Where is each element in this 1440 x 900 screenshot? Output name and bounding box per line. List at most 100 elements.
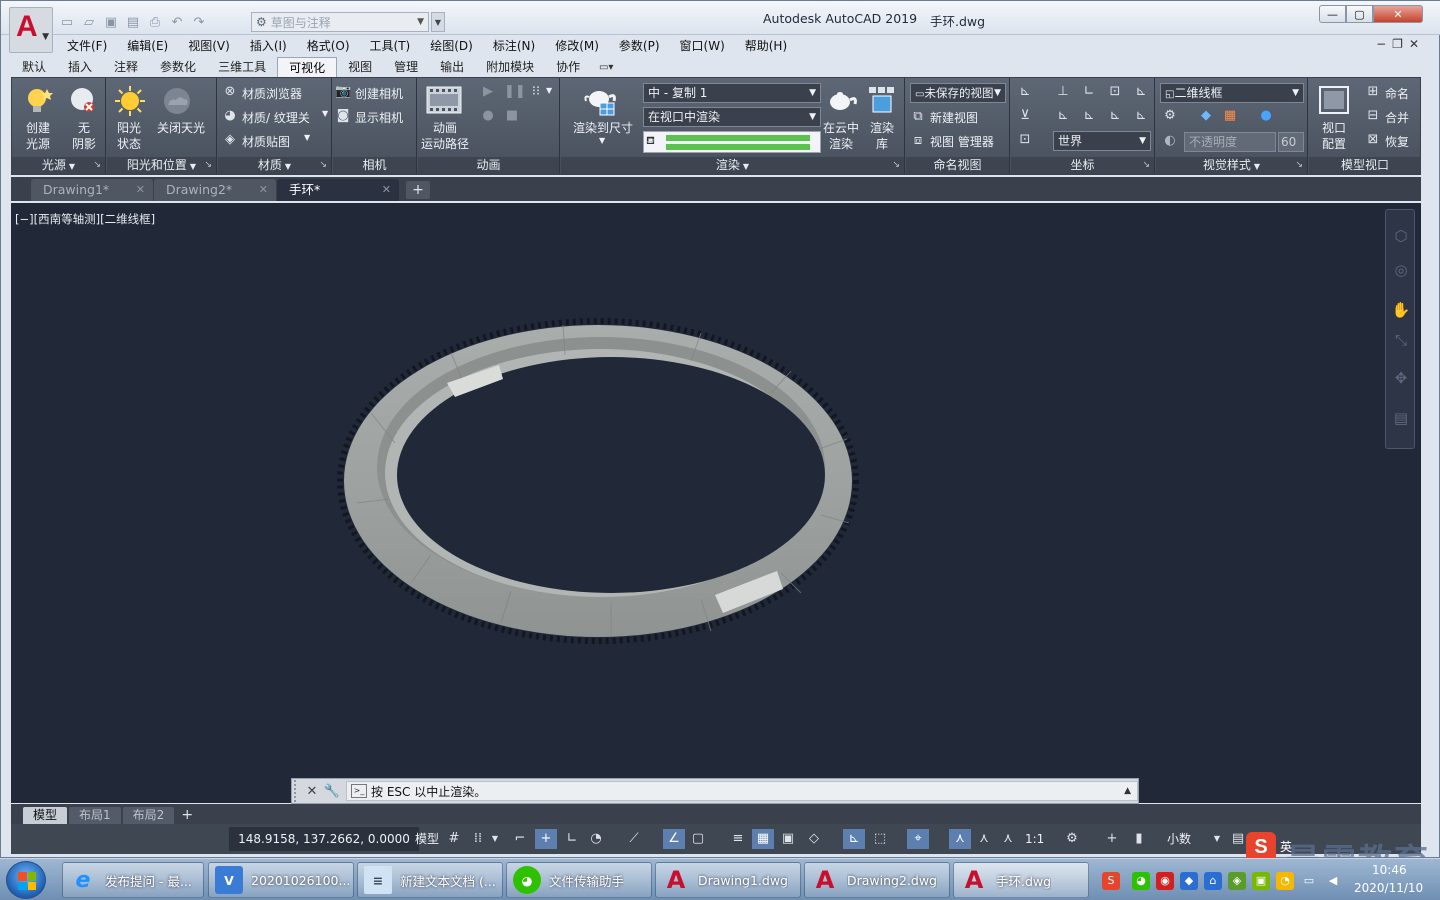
tab-visualize[interactable]: 可视化 — [277, 57, 338, 77]
panel-title-lights[interactable]: 光源 ▼ ↘ — [12, 157, 105, 174]
taskbar-item-notepad[interactable]: ≡ 新建文本文档 (... — [357, 862, 503, 898]
close-icon[interactable]: ✕ — [382, 179, 391, 201]
taskbar-item-bracelet[interactable]: A 手环.dwg — [953, 862, 1089, 898]
qat-customize-button[interactable]: ▼ — [431, 12, 445, 32]
quick-properties-icon[interactable]: ▤ — [1229, 829, 1247, 849]
pan-hand-icon[interactable]: ✋ — [1391, 300, 1411, 320]
ucs-zaxis-icon[interactable]: ⊾ — [1133, 108, 1149, 124]
auto-scale-icon[interactable]: ⋏ — [973, 829, 995, 849]
shadows-icon[interactable]: ▦ — [1222, 108, 1238, 124]
undo-icon[interactable]: ↶ — [167, 13, 187, 31]
panel-title-named-views[interactable]: 命名视图 — [906, 157, 1009, 174]
opacity-label[interactable]: 不透明度 — [1184, 132, 1276, 152]
sky-off-label[interactable]: 关闭天光 — [151, 120, 211, 136]
visual-style-select[interactable]: ◱二维线框 ▼ — [1160, 83, 1304, 103]
menu-dimension[interactable]: 标注(N) — [483, 36, 545, 56]
save-icon[interactable]: ▣ — [101, 13, 121, 31]
material-mapping-button[interactable]: 材质贴图 — [242, 133, 290, 150]
sun-icon[interactable] — [113, 84, 147, 118]
grid-icon[interactable]: # — [445, 829, 463, 849]
tab-manage[interactable]: 管理 — [383, 57, 429, 77]
ucs-icon[interactable]: ⊾ — [1017, 84, 1033, 100]
redo-icon[interactable]: ↷ — [189, 13, 209, 31]
new-file-icon[interactable]: ▭ — [57, 13, 77, 31]
taskbar-item-drawing2[interactable]: A Drawing2.dwg — [804, 862, 950, 898]
taskbar-item-ie[interactable]: e 发布提问 - 最... — [62, 862, 204, 898]
panel-title-coordinates[interactable]: 坐标 ↘ — [1011, 157, 1154, 174]
netease-tray-icon[interactable]: ◉ — [1156, 872, 1174, 890]
restore-viewport-button[interactable]: 恢复 — [1385, 133, 1409, 150]
material-browser-icon[interactable]: ⊗ — [222, 84, 238, 100]
network-share-icon[interactable]: ⌂ — [1204, 872, 1222, 890]
named-viewport-icon[interactable]: ⊞ — [1365, 84, 1381, 100]
selection-filter-icon[interactable]: ⬚ — [869, 829, 891, 849]
doc-close-icon[interactable]: ✕ — [1409, 37, 1419, 51]
tab-3d-tools[interactable]: 三维工具 — [207, 57, 277, 77]
cloud-render-label[interactable]: 在云中 渲染 — [819, 120, 863, 152]
wechat-tray-icon[interactable]: ◕ — [1132, 872, 1150, 890]
chevron-down-icon[interactable]: ▼ — [322, 109, 328, 118]
close-icon[interactable]: ✕ — [259, 179, 268, 201]
workspace-gear-icon[interactable]: ⚙ — [1061, 829, 1083, 849]
viewport-config-icon[interactable] — [1317, 84, 1351, 116]
annotation-scale-select[interactable]: 1:1 — [1025, 829, 1044, 849]
sun-status-label[interactable]: 阳光 状态 — [109, 120, 149, 152]
edge-effects-icon[interactable]: ⚙ — [1162, 108, 1178, 124]
tab-insert[interactable]: 插入 — [57, 57, 103, 77]
polar-icon[interactable]: ◔ — [585, 829, 607, 849]
nvidia-icon[interactable]: ▣ — [1252, 872, 1270, 890]
orbit-icon[interactable]: ✥ — [1391, 368, 1411, 388]
panel-title-sun[interactable]: 阳光和位置 ▼ ↘ — [107, 157, 216, 174]
sogou-tray-icon[interactable]: S — [1102, 872, 1120, 890]
viewcube-icon[interactable]: ⬡ — [1391, 226, 1411, 246]
motion-path-label[interactable]: 动画 运动路径 — [418, 120, 472, 152]
render-preset-select[interactable]: 中 - 复制 1 ▼ — [643, 83, 821, 103]
menu-draw[interactable]: 绘图(D) — [420, 36, 483, 56]
tray-app-icon[interactable]: ◈ — [1228, 872, 1246, 890]
start-button[interactable] — [6, 861, 46, 899]
no-shadow-label[interactable]: 无阴影 — [64, 120, 104, 152]
clock-time[interactable]: 10:46 — [1372, 863, 1407, 877]
panel-title-render[interactable]: 渲染 ▼ ↘ — [561, 157, 904, 174]
show-camera-button[interactable]: 显示相机 — [355, 109, 403, 126]
tab-view[interactable]: 视图 — [337, 57, 383, 77]
material-browser-button[interactable]: 材质浏览器 — [242, 85, 302, 102]
ortho-icon[interactable]: ∟ — [561, 829, 583, 849]
units-select[interactable]: 小数 — [1167, 829, 1191, 849]
panel-title-model-viewports[interactable]: 模型视口 — [1309, 157, 1421, 174]
ucs-3point-icon[interactable]: ⊾ — [1055, 108, 1071, 124]
play-icon[interactable]: ▶ — [480, 84, 496, 100]
ucs-named-icon[interactable]: ⊡ — [1017, 132, 1033, 148]
menu-edit[interactable]: 编辑(E) — [117, 36, 178, 56]
render-target-select[interactable]: 在视口中渲染 ▼ — [643, 107, 821, 127]
walk-icon[interactable]: ⁝⁝ — [528, 84, 544, 100]
view-manager-button[interactable]: 视图 管理器 — [930, 133, 994, 150]
film-strip-icon[interactable] — [424, 84, 464, 116]
drawing-viewport[interactable]: [−][西南等轴测][二维线框] ⬡ ◎ ✋ ⤡ ✥ ▤ — [11, 203, 1421, 803]
join-viewport-icon[interactable]: ⊟ — [1365, 108, 1381, 124]
showmotion-icon[interactable]: ▤ — [1391, 408, 1411, 428]
no-shadow-icon[interactable] — [66, 84, 100, 118]
ucs-face-icon[interactable]: ⊻ — [1017, 108, 1033, 124]
print-icon[interactable]: ⎙ — [145, 13, 165, 31]
chevron-down-icon[interactable]: ▼ — [599, 136, 605, 145]
tab-addins[interactable]: 附加模块 — [475, 57, 545, 77]
chevron-down-icon[interactable]: ▼ — [1211, 829, 1223, 849]
create-light-label[interactable]: 创建 光源 — [18, 120, 58, 152]
network-icon[interactable]: ▭ — [1300, 872, 1318, 890]
teapot-render-icon[interactable] — [583, 82, 619, 118]
render-gallery-label[interactable]: 渲染库 — [863, 120, 901, 152]
model-space-button[interactable]: 模型 — [415, 829, 439, 849]
chevron-up-icon[interactable]: ▲ — [1124, 786, 1131, 796]
tab-annotate[interactable]: 注释 — [103, 57, 149, 77]
isodraft-icon[interactable]: ⟋ — [623, 829, 645, 849]
annotation-visibility-icon[interactable]: ⋏ — [949, 829, 971, 849]
taskbar-item-doc[interactable]: V 20201026100... — [208, 862, 354, 898]
osnap-icon[interactable]: ▢ — [687, 829, 709, 849]
new-view-icon[interactable]: ⧉ — [910, 109, 926, 125]
join-viewport-button[interactable]: 合并 — [1385, 109, 1409, 126]
taskbar-item-wechat[interactable]: ◕ 文件传输助手 — [506, 862, 652, 898]
tab-default[interactable]: 默认 — [11, 57, 57, 77]
application-menu-button[interactable]: A ▼ — [9, 7, 53, 53]
ucs-view-icon[interactable]: ⊡ — [1107, 84, 1123, 100]
